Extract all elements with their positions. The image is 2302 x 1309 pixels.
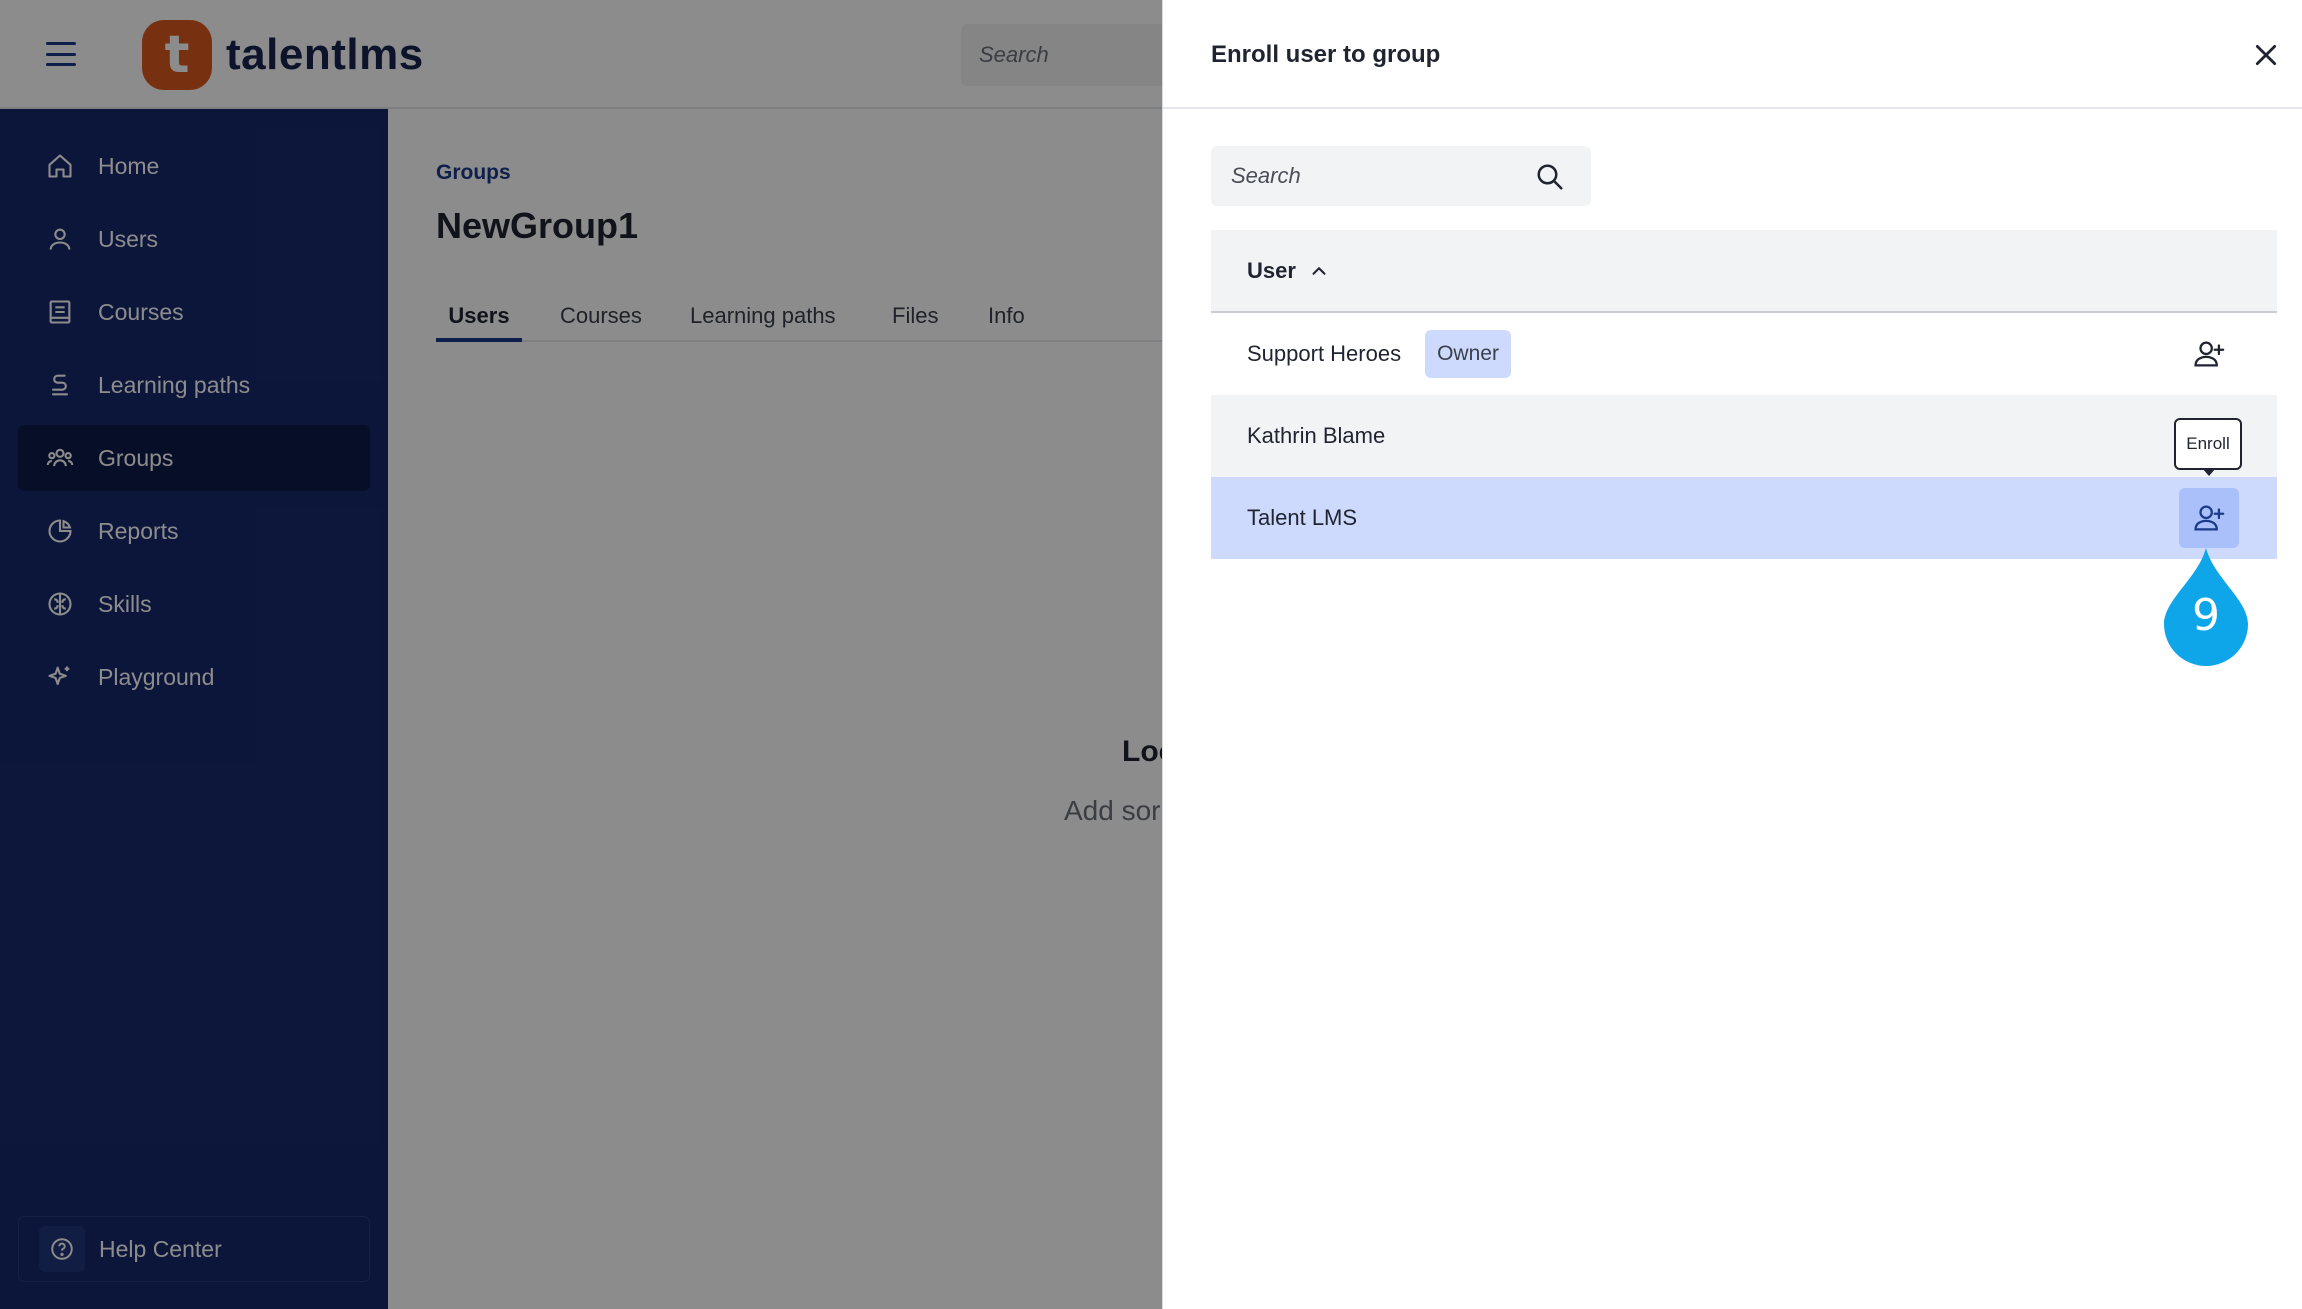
owner-badge: Owner bbox=[1425, 330, 1511, 378]
add-user-icon bbox=[2194, 341, 2225, 367]
close-button[interactable] bbox=[2249, 38, 2283, 72]
table-header-user[interactable]: User bbox=[1211, 230, 2277, 313]
tooltip-arrow bbox=[2202, 468, 2216, 476]
column-header-label: User bbox=[1247, 257, 1296, 283]
user-name: Support Heroes bbox=[1247, 341, 1402, 366]
close-icon bbox=[2255, 44, 2277, 66]
drawer-search-field bbox=[1211, 146, 1591, 206]
users-table: User Support Heroes Owner Kathrin Blame … bbox=[1211, 230, 2277, 559]
sort-ascending-icon bbox=[1312, 266, 1326, 275]
enroll-tooltip: Enroll bbox=[2174, 418, 2242, 470]
table-row: Kathrin Blame bbox=[1211, 395, 2277, 477]
add-user-icon bbox=[2194, 505, 2225, 531]
search-icon[interactable] bbox=[1535, 162, 1565, 192]
table-row: Support Heroes Owner bbox=[1211, 313, 2277, 395]
user-name: Kathrin Blame bbox=[1247, 423, 1386, 448]
modal-backdrop[interactable] bbox=[0, 0, 1162, 1309]
enroll-user-drawer: Enroll user to group User Support Heroes… bbox=[1162, 0, 2302, 1309]
step-number: 9 bbox=[2192, 590, 2220, 641]
drawer-header: Enroll user to group bbox=[1163, 0, 2302, 109]
table-row: Talent LMS bbox=[1211, 477, 2277, 559]
talentlms-app: t talentlms Search Home Users Courses Le… bbox=[0, 0, 2302, 1309]
drawer-title: Enroll user to group bbox=[1211, 41, 1441, 68]
enroll-button[interactable] bbox=[2179, 324, 2239, 384]
drawer-search-input[interactable] bbox=[1231, 163, 1531, 189]
user-name: Talent LMS bbox=[1247, 505, 1358, 530]
enroll-button[interactable] bbox=[2179, 488, 2239, 548]
